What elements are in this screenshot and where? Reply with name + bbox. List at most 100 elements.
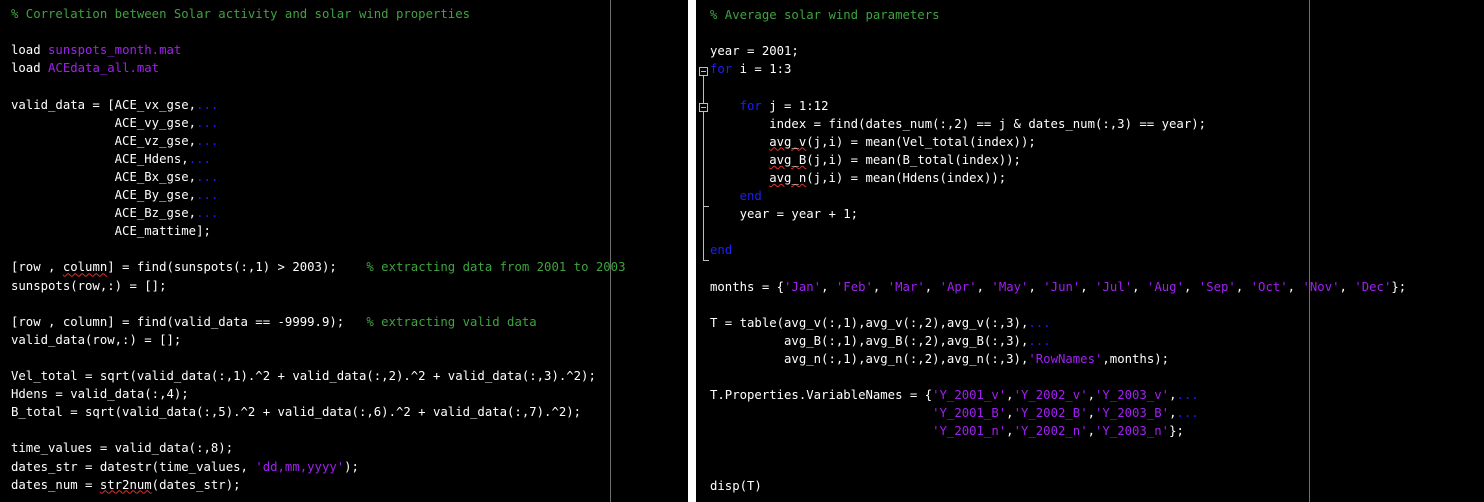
code-line[interactable]: dates_num = str2num(dates_str); [11, 476, 241, 494]
code-token-default: (j,i) = mean(B_total(index)); [806, 152, 1021, 167]
code-token-default: [row , column] = find(valid_data == -999… [11, 314, 367, 329]
code-token-default: , [1287, 279, 1303, 294]
code-token-default: }; [1391, 279, 1407, 294]
code-token-comment: % Average solar wind parameters [710, 8, 940, 22]
code-token-string: 'Jan' [784, 279, 822, 294]
code-line[interactable]: avg_B(j,i) = mean(B_total(index)); [710, 151, 1021, 169]
code-token-default: , [821, 279, 836, 294]
code-line[interactable]: Vel_total = sqrt(valid_data(:,1).^2 + va… [11, 367, 596, 385]
code-token-default: ,months); [1102, 351, 1170, 366]
code-line[interactable]: ACE_mattime]; [11, 222, 211, 240]
code-token-squiggle: avg_n [769, 170, 807, 185]
code-line[interactable]: sunspots(row,:) = []; [11, 277, 166, 295]
code-token-default: ); [344, 459, 359, 474]
fold-end-marker-inner [703, 206, 709, 207]
code-line[interactable]: valid_data(row,:) = []; [11, 331, 181, 349]
code-token-continuation: ... [196, 97, 219, 112]
code-token-default: , [1080, 279, 1096, 294]
right-code-editor[interactable]: % Average solar wind parameters year = 20… [696, 0, 1484, 502]
code-line[interactable]: avg_B(:,1),avg_B(:,2),avg_B(:,3),... [710, 332, 1051, 350]
code-line[interactable]: valid_data = [ACE_vx_gse,... [11, 96, 218, 114]
code-line[interactable]: for i = 1:3 [710, 60, 791, 78]
code-token-default [710, 424, 932, 438]
code-token-default: dates_str = datestr(time_values, [11, 459, 256, 474]
left-code-editor[interactable]: % Correlation between Solar activity and… [0, 0, 688, 502]
code-token-default: ACE_Bx_gse, [11, 169, 197, 184]
code-token-default: time_values = valid_data(:,8); [11, 441, 234, 456]
right-edge-guide-line [1309, 0, 1310, 502]
code-token-continuation: ... [188, 151, 211, 166]
code-token-continuation: ... [196, 206, 219, 221]
code-token-default: }; [1169, 424, 1184, 439]
fold-toggle-inner-for[interactable] [699, 103, 708, 112]
code-token-string: sunspots_month.mat [48, 43, 182, 58]
code-line[interactable]: ACE_vz_gse,... [11, 132, 219, 150]
fold-toggle-outer-for[interactable] [699, 67, 708, 76]
code-line[interactable]: year = year + 1; [710, 205, 858, 223]
code-token-string: 'Dec' [1354, 279, 1392, 294]
code-line[interactable]: load sunspots_month.mat [11, 41, 181, 59]
code-line[interactable]: [row , column] = find(valid_data == -999… [11, 313, 537, 331]
code-token-default: ACE_vz_gse, [11, 133, 197, 148]
code-token-string: 'Y_2003_B' [1095, 406, 1170, 421]
code-line[interactable]: avg_v(j,i) = mean(Vel_total(index)); [710, 133, 1036, 151]
code-line[interactable]: end [710, 187, 762, 205]
code-token-default: , [924, 279, 940, 294]
code-token-string: 'Y_2002_B' [1013, 406, 1088, 421]
code-token-default: , [872, 279, 888, 294]
code-token-default: ACE_Bz_gse, [11, 206, 197, 221]
code-line[interactable]: [row , column] = find(sunspots(:,1) > 20… [11, 258, 626, 276]
code-token-default: T = table(avg_v(:,1),avg_v(:,2),avg_v(:,… [710, 315, 1029, 330]
code-line[interactable]: ACE_Bz_gse,... [11, 204, 219, 222]
code-token-default: Hdens = valid_data(:,4); [11, 387, 189, 402]
code-token-keyword: end [739, 189, 762, 203]
code-line[interactable]: index = find(dates_num(:,2) == j & dates… [710, 115, 1206, 133]
code-line[interactable]: time_values = valid_data(:,8); [11, 439, 233, 457]
code-token-default [710, 189, 740, 203]
code-token-string: 'Sep' [1198, 279, 1236, 294]
code-line[interactable]: % Average solar wind parameters [710, 6, 940, 24]
code-line[interactable]: 'Y_2001_n','Y_2002_n','Y_2003_n'}; [710, 422, 1184, 440]
code-line[interactable]: avg_n(:,1),avg_n(:,2),avg_n(:,3),'RowNam… [710, 350, 1169, 368]
code-line[interactable]: ACE_vy_gse,... [11, 114, 219, 132]
code-token-default: Vel_total = sqrt(valid_data(:,1).^2 + va… [11, 369, 596, 383]
code-line[interactable]: B_total = sqrt(valid_data(:,5).^2 + vali… [11, 403, 581, 421]
code-line[interactable]: load ACEdata_all.mat [11, 59, 159, 77]
code-token-default: T.Properties.VariableNames = { [710, 388, 933, 403]
code-token-default: [row , [11, 260, 63, 275]
code-line[interactable]: ACE_Bx_gse,... [11, 168, 219, 186]
fold-end-marker-outer [703, 260, 709, 261]
code-token-default: disp(T) [710, 478, 762, 493]
code-token-default: months = { [710, 279, 785, 294]
code-line[interactable]: 'Y_2001_B','Y_2002_B','Y_2003_B',... [710, 404, 1199, 422]
code-token-string: 'Y_2003_v' [1095, 388, 1170, 403]
code-token-default: , [1028, 279, 1044, 294]
code-token-squiggle: avg_B [769, 152, 807, 167]
code-token-default: avg_B(:,1),avg_B(:,2),avg_B(:,3), [710, 333, 1029, 348]
code-token-default: year = year + 1; [710, 207, 859, 222]
code-token-comment: % extracting valid data [366, 314, 537, 329]
code-line[interactable]: Hdens = valid_data(:,4); [11, 385, 189, 403]
code-token-keyword: end [710, 243, 733, 258]
code-line[interactable]: dates_str = datestr(time_values, 'dd,mm,… [11, 458, 359, 476]
code-token-default: i = 1:3 [732, 62, 792, 77]
code-token-comment: % Correlation between Solar activity and… [11, 7, 471, 21]
code-line[interactable]: T = table(avg_v(:,1),avg_v(:,2),avg_v(:,… [710, 314, 1051, 332]
code-token-default: j = 1:12 [761, 98, 829, 113]
code-line[interactable]: year = 2001; [710, 42, 799, 60]
code-line[interactable]: avg_n(j,i) = mean(Hdens(index)); [710, 169, 1006, 187]
code-line[interactable]: end [710, 241, 732, 259]
code-line[interactable]: % Correlation between Solar activity and… [11, 5, 470, 23]
code-line[interactable]: disp(T) [710, 477, 762, 495]
code-token-default: (j,i) = mean(Vel_total(index)); [806, 134, 1036, 149]
code-token-string: 'Jul' [1095, 279, 1133, 294]
code-token-keyword: for [739, 98, 762, 113]
code-line[interactable]: ACE_By_gse,... [11, 186, 219, 204]
code-line[interactable]: for j = 1:12 [710, 97, 829, 115]
code-line[interactable]: months = {'Jan', 'Feb', 'Mar', 'Apr', 'M… [710, 278, 1406, 296]
code-token-continuation: ... [196, 133, 219, 148]
code-token-string: 'Y_2001_B' [932, 406, 1007, 421]
code-line[interactable]: T.Properties.VariableNames = {'Y_2001_v'… [710, 386, 1199, 404]
code-line[interactable]: ACE_Hdens,... [11, 150, 211, 168]
code-token-continuation: ... [196, 115, 219, 130]
